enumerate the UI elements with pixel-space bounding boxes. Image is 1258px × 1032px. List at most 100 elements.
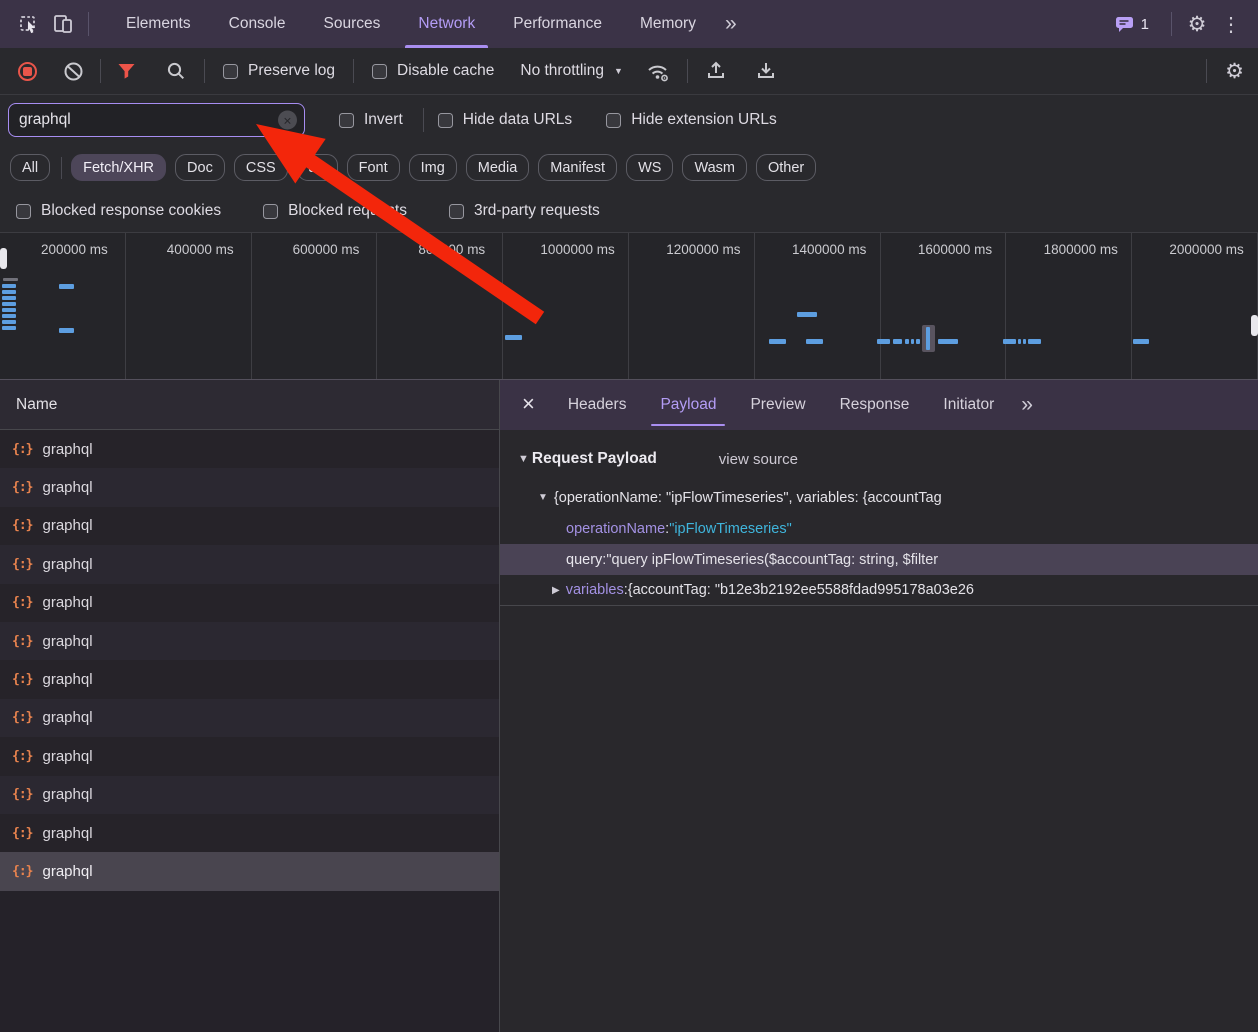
request-row[interactable]: {:} graphql <box>0 430 499 468</box>
fetch-xhr-icon: {:} <box>12 595 32 610</box>
requests-panel: Name {:} graphql {:} graphql {:} graphql… <box>0 380 500 1032</box>
filter-chip-media[interactable]: Media <box>466 154 530 181</box>
inspect-element-icon[interactable] <box>12 7 46 41</box>
tab-network[interactable]: Network <box>399 0 494 48</box>
network-conditions-icon[interactable] <box>645 59 671 83</box>
waterfall-bar <box>911 339 914 344</box>
filter-chip-wasm[interactable]: Wasm <box>682 154 747 181</box>
more-detail-tabs-icon[interactable]: » <box>1011 393 1043 417</box>
detail-tab-headers[interactable]: Headers <box>551 380 644 430</box>
waterfall-bar <box>1023 339 1026 344</box>
filter-chip-fetchxhr[interactable]: Fetch/XHR <box>71 154 166 181</box>
export-har-icon[interactable] <box>754 59 778 83</box>
request-row[interactable]: {:} graphql <box>0 507 499 545</box>
name-column-header[interactable]: Name <box>0 380 499 430</box>
payload-query-row-selected[interactable]: query: "query ipFlowTimeseries($accountT… <box>500 544 1258 575</box>
request-name: graphql <box>42 633 92 650</box>
hide-extension-urls-checkbox[interactable]: Hide extension URLs <box>606 111 777 129</box>
request-row[interactable]: {:} graphql <box>0 776 499 814</box>
hide-data-urls-checkbox[interactable]: Hide data URLs <box>438 111 572 129</box>
view-source-link[interactable]: view source <box>719 451 798 468</box>
detail-tab-response[interactable]: Response <box>823 380 927 430</box>
filter-chip-manifest[interactable]: Manifest <box>538 154 617 181</box>
payload-summary-row[interactable]: ▼ {operationName: "ipFlowTimeseries", va… <box>500 482 1258 513</box>
fetch-xhr-icon: {:} <box>12 864 32 879</box>
issues-counter[interactable]: 1 <box>1115 15 1149 34</box>
detail-tab-initiator[interactable]: Initiator <box>926 380 1011 430</box>
invert-checkbox[interactable]: Invert <box>339 111 403 129</box>
blocked-filter-checkbox[interactable]: Blocked response cookies <box>16 202 221 220</box>
request-row[interactable]: {:} graphql <box>0 852 499 890</box>
network-settings-gear-icon[interactable]: ⚙ <box>1225 61 1244 82</box>
filter-chip-other[interactable]: Other <box>756 154 816 181</box>
more-tabs-icon[interactable]: » <box>715 12 747 36</box>
filter-input[interactable] <box>19 111 274 129</box>
tab-performance[interactable]: Performance <box>494 0 621 48</box>
tab-elements[interactable]: Elements <box>107 0 210 48</box>
json-key: variables <box>566 582 624 598</box>
waterfall-bar <box>2 308 16 312</box>
request-row[interactable]: {:} graphql <box>0 737 499 775</box>
disable-cache-checkbox[interactable]: Disable cache <box>372 62 494 80</box>
tab-sources[interactable]: Sources <box>305 0 400 48</box>
waterfall-bar <box>877 339 890 344</box>
main-split: Name {:} graphql {:} graphql {:} graphql… <box>0 380 1258 1032</box>
filter-chip-doc[interactable]: Doc <box>175 154 225 181</box>
filter-chip-js[interactable]: JS <box>297 154 338 181</box>
request-detail-panel: × HeadersPayloadPreviewResponseInitiator… <box>500 380 1258 1032</box>
throttling-dropdown[interactable]: No throttling ▼ <box>520 62 623 80</box>
tab-console[interactable]: Console <box>210 0 305 48</box>
collapse-triangle-icon[interactable]: ▼ <box>518 453 529 465</box>
fetch-xhr-icon: {:} <box>12 749 32 764</box>
filter-chip-font[interactable]: Font <box>347 154 400 181</box>
waterfall-bar <box>1018 339 1021 344</box>
json-object-preview: {accountTag: "b12e3b2192ee5588fdad995178… <box>628 582 974 598</box>
import-har-icon[interactable] <box>704 59 728 83</box>
checkbox <box>438 113 453 128</box>
waterfall-bar <box>769 339 786 344</box>
clear-button[interactable] <box>63 61 84 82</box>
request-row[interactable]: {:} graphql <box>0 622 499 660</box>
detail-tab-preview[interactable]: Preview <box>733 380 822 430</box>
network-toolbar: Preserve log Disable cache No throttling… <box>0 48 1258 95</box>
issues-count: 1 <box>1141 16 1149 33</box>
payload-summary-text: {operationName: "ipFlowTimeseries", vari… <box>554 490 942 506</box>
request-row[interactable]: {:} graphql <box>0 699 499 737</box>
clear-filter-icon[interactable]: × <box>278 111 297 130</box>
payload-operation-row[interactable]: operationName: "ipFlowTimeseries" <box>500 513 1258 544</box>
network-overview-timeline[interactable]: 200000 ms400000 ms600000 ms800000 ms1000… <box>0 233 1258 380</box>
close-icon[interactable]: × <box>508 391 551 419</box>
request-row[interactable]: {:} graphql <box>0 814 499 852</box>
detail-tab-payload[interactable]: Payload <box>643 380 733 430</box>
filter-chip-img[interactable]: Img <box>409 154 457 181</box>
kebab-menu-icon[interactable]: ⋮ <box>1214 7 1248 41</box>
fetch-xhr-icon: {:} <box>12 787 32 802</box>
request-name: graphql <box>42 709 92 726</box>
request-row[interactable]: {:} graphql <box>0 584 499 622</box>
collapse-triangle-icon[interactable]: ▼ <box>538 492 548 503</box>
blocked-filter-checkbox[interactable]: 3rd-party requests <box>449 202 600 220</box>
request-row[interactable]: {:} graphql <box>0 660 499 698</box>
waterfall-bar <box>806 339 823 344</box>
search-icon[interactable] <box>166 61 186 81</box>
filter-funnel-icon[interactable] <box>117 62 136 80</box>
record-button[interactable] <box>18 62 37 81</box>
preserve-log-checkbox[interactable]: Preserve log <box>223 62 335 80</box>
expand-triangle-icon[interactable]: ▶ <box>552 585 560 596</box>
request-row[interactable]: {:} graphql <box>0 468 499 506</box>
tab-memory[interactable]: Memory <box>621 0 715 48</box>
issues-bubble-icon <box>1115 15 1135 34</box>
filter-chip-all[interactable]: All <box>10 154 50 181</box>
payload-variables-row[interactable]: ▶ variables: {accountTag: "b12e3b2192ee5… <box>500 575 1258 606</box>
request-row[interactable]: {:} graphql <box>0 545 499 583</box>
request-name: graphql <box>42 671 92 688</box>
device-toolbar-icon[interactable] <box>46 7 80 41</box>
blocked-filter-checkbox[interactable]: Blocked requests <box>263 202 407 220</box>
waterfall-bar <box>2 320 16 324</box>
filter-chip-ws[interactable]: WS <box>626 154 673 181</box>
settings-gear-icon[interactable]: ⚙ <box>1180 7 1214 41</box>
waterfall-bar <box>893 339 902 344</box>
filter-chip-css[interactable]: CSS <box>234 154 288 181</box>
checkbox <box>449 204 464 219</box>
request-name: graphql <box>42 825 92 842</box>
